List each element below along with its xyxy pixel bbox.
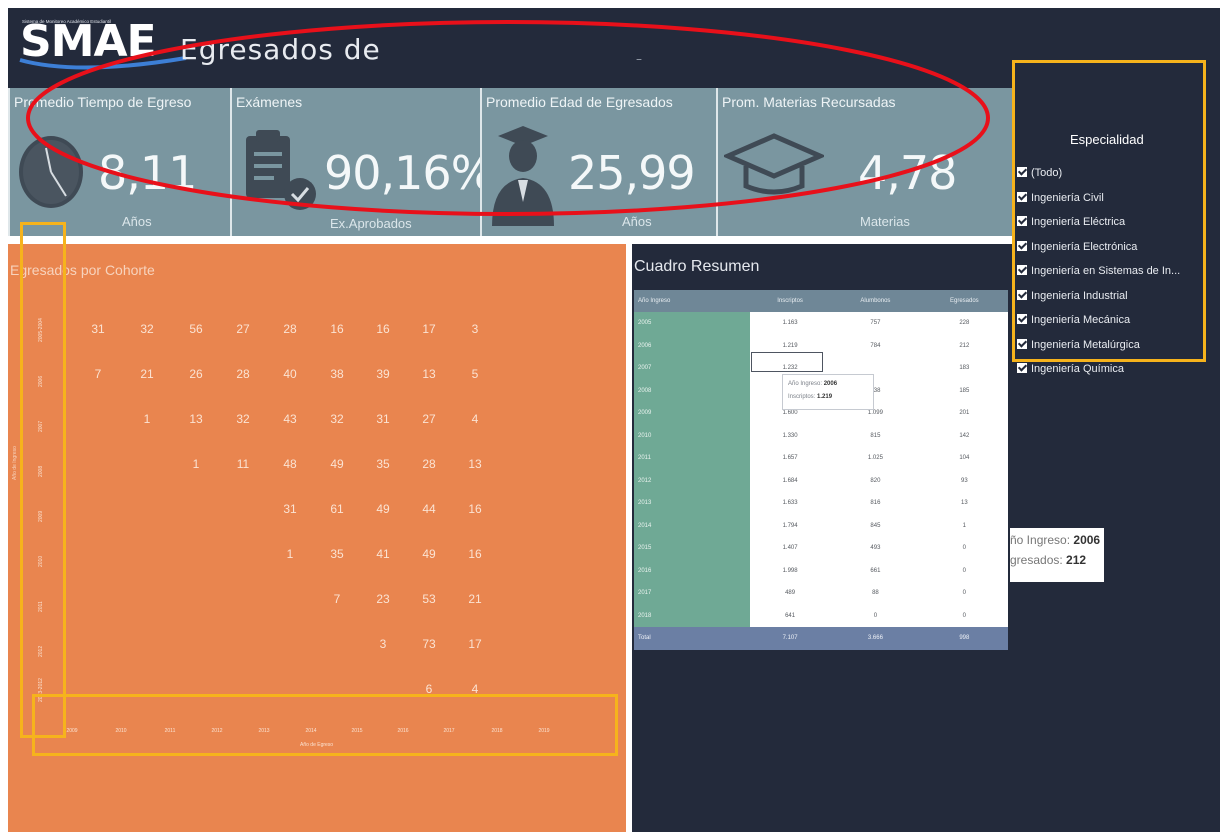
annotation-red-ellipse bbox=[26, 20, 990, 216]
